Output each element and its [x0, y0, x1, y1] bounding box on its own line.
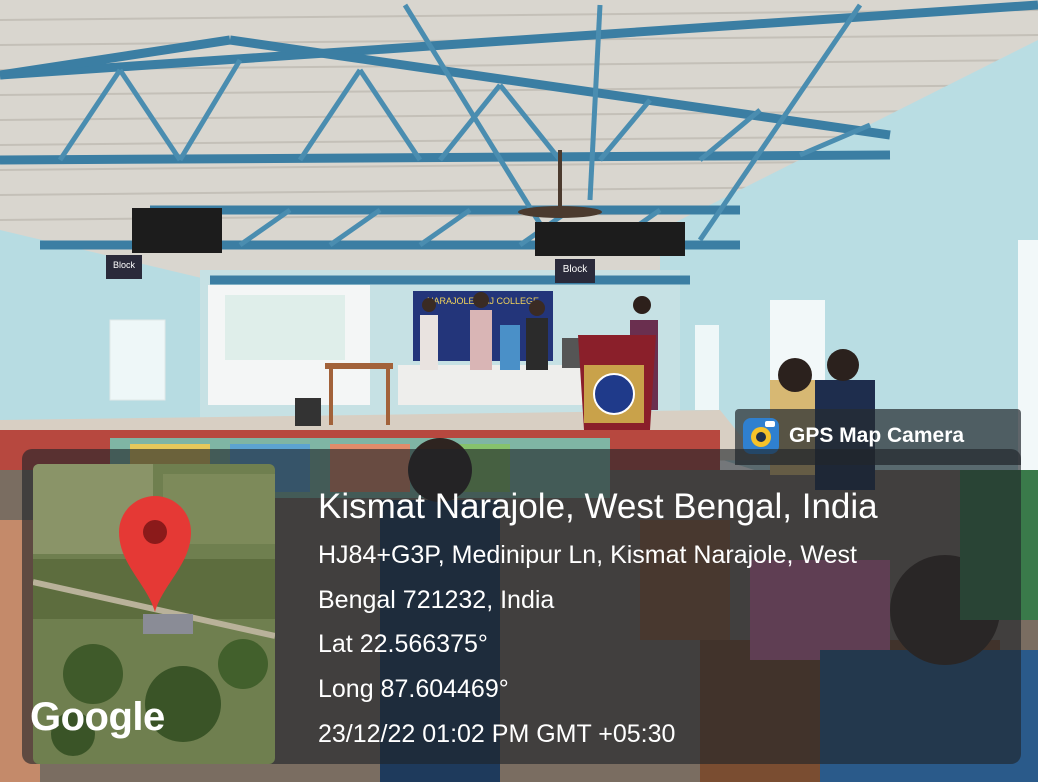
left-window: [109, 319, 166, 401]
map-pin-icon: [119, 496, 191, 612]
stage-table: [398, 365, 583, 405]
latitude-label: Lat 22.566375°: [318, 630, 488, 658]
speaker-right: [535, 222, 685, 256]
speaker-left: [132, 208, 222, 253]
block-sign-right-label: Block: [563, 264, 588, 275]
right-window-3: [1018, 240, 1038, 470]
datetime-label: 23/12/22 01:02 PM GMT +05:30: [318, 720, 676, 748]
address-line-2: Bengal 721232, India: [318, 586, 555, 614]
side-table: [325, 363, 393, 369]
google-brand-label: Google: [30, 695, 165, 739]
podium-logo: [593, 373, 635, 415]
location-title: Kismat Narajole, West Bengal, India: [318, 487, 878, 526]
projected-image: [225, 295, 345, 360]
right-window-1: [695, 325, 719, 410]
app-name-label: GPS Map Camera: [789, 424, 965, 447]
longitude-label: Long 87.604469°: [318, 675, 509, 703]
block-sign-left-label: Block: [113, 260, 136, 270]
floor-speaker: [295, 398, 321, 426]
address-line-1: HJ84+G3P, Medinipur Ln, Kismat Narajole,…: [318, 541, 857, 569]
